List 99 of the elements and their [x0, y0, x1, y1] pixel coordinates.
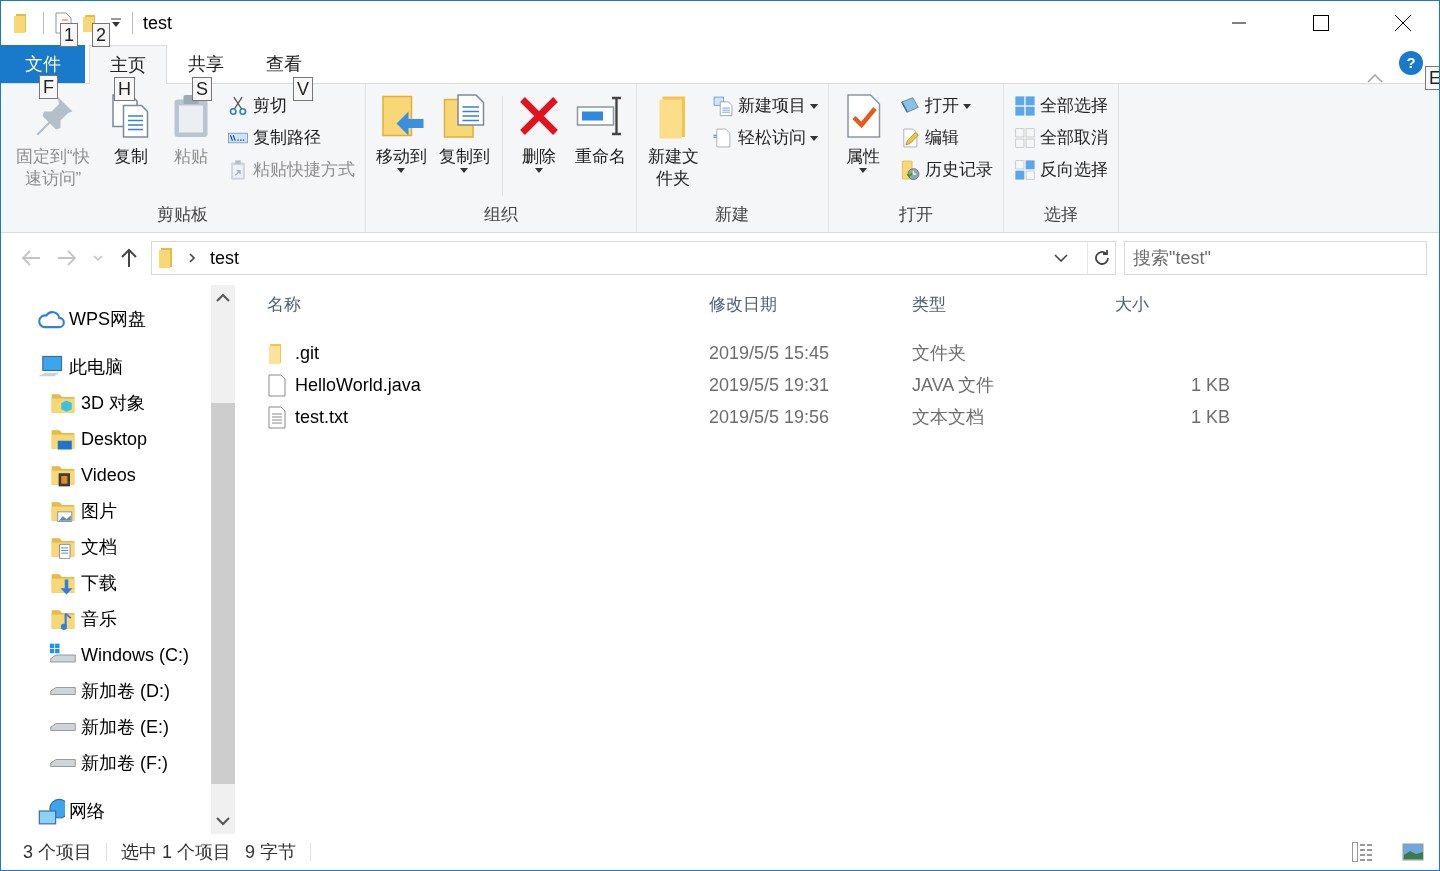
- folder-icon: [158, 247, 174, 269]
- nav-item[interactable]: 3D 对象: [1, 385, 145, 421]
- customize-caret-icon: [110, 18, 122, 28]
- ribbon-button[interactable]: 属性: [835, 90, 891, 176]
- caret-icon: [963, 103, 971, 109]
- ribbon-button[interactable]: 复制路径: [222, 122, 359, 154]
- address-bar[interactable]: test: [151, 241, 1116, 275]
- nav-item[interactable]: 音乐: [1, 601, 117, 637]
- ribbon-button[interactable]: 删除: [510, 90, 567, 176]
- ribbon-button[interactable]: 移动到: [371, 90, 431, 176]
- file-icon: [267, 373, 287, 397]
- ribbon-button[interactable]: 全部选择: [1010, 90, 1112, 122]
- nav-item[interactable]: Windows (C:): [1, 637, 189, 673]
- key-tip: 2: [92, 23, 110, 47]
- ribbon-button[interactable]: 重命名: [570, 90, 630, 171]
- chevron-icon: [188, 252, 196, 264]
- table-cell-text: 文件夹: [912, 341, 967, 365]
- drive-icon: [49, 758, 77, 768]
- chevron-down-icon: [1054, 254, 1068, 262]
- details-view-icon: [1352, 842, 1374, 862]
- drive-icon: [49, 722, 77, 732]
- page-icon: [712, 127, 734, 149]
- nav-item[interactable]: WPS网盘: [1, 301, 146, 337]
- collapse-ribbon-icon: [1367, 73, 1383, 83]
- group-label: 剪贴板: [156, 204, 210, 226]
- invert-selection-icon: [1014, 159, 1036, 181]
- ribbon-button[interactable]: 编辑: [895, 122, 997, 154]
- help-button[interactable]: ?: [1399, 51, 1423, 75]
- ribbon-button[interactable]: 打开: [895, 90, 997, 122]
- maximize-icon: [1313, 15, 1329, 31]
- select-none-icon: [1014, 127, 1036, 149]
- key-tip: 1: [60, 23, 78, 47]
- ribbon-button[interactable]: 新建项目: [708, 90, 822, 122]
- minimize-icon: [1232, 22, 1246, 24]
- group-label: 组织: [482, 204, 519, 226]
- network-icon: [37, 797, 65, 825]
- key-tip: V: [293, 77, 313, 101]
- group-label: 新建: [714, 204, 751, 226]
- table-cell-text: JAVA 文件: [912, 373, 996, 397]
- ribbon-button[interactable]: 全部取消: [1010, 122, 1112, 154]
- column-header[interactable]: 名称: [267, 292, 709, 318]
- caret-icon: [534, 168, 543, 174]
- key-tip: S: [192, 77, 212, 101]
- up-arrow-icon: [119, 248, 139, 268]
- status-text: 选中 1 个项目: [121, 840, 232, 864]
- caret-icon: [810, 135, 818, 141]
- scroll-up-icon: [216, 293, 230, 303]
- table-cell-text: 1 KB: [1189, 405, 1230, 429]
- key-tip: H: [114, 77, 135, 101]
- caret-icon: [859, 168, 867, 174]
- group-label: 选择: [1043, 204, 1079, 226]
- text-file-icon: [267, 405, 287, 429]
- select-all-icon: [1014, 95, 1036, 117]
- back-arrow-icon: [21, 248, 41, 268]
- nav-item[interactable]: 文档: [1, 529, 117, 565]
- nav-item[interactable]: Videos: [1, 457, 136, 493]
- table-cell-text: 2019/5/5 19:56: [709, 405, 831, 429]
- file-name[interactable]: test.txt: [295, 403, 348, 431]
- table-cell-text: 文本文档: [912, 405, 985, 429]
- nav-item[interactable]: 新加卷 (D:): [1, 673, 170, 709]
- nav-item[interactable]: 下载: [1, 565, 117, 601]
- scrollbar[interactable]: [211, 285, 235, 834]
- refresh-icon: [1092, 249, 1111, 267]
- new-item-icon: [712, 95, 734, 117]
- nav-item[interactable]: 新加卷 (F:): [1, 745, 168, 781]
- search-field[interactable]: 搜索"test": [1124, 241, 1427, 275]
- ribbon-button[interactable]: 反向选择: [1010, 154, 1112, 186]
- nav-item[interactable]: Desktop: [1, 421, 148, 457]
- group-label: 打开: [898, 204, 934, 226]
- ribbon-button[interactable]: 复制到: [434, 90, 494, 176]
- drive-icon: [49, 686, 77, 696]
- column-header[interactable]: 修改日期: [709, 292, 912, 318]
- forward-arrow-icon: [57, 248, 77, 268]
- window-title: test: [143, 11, 172, 35]
- column-header[interactable]: 大小: [1115, 292, 1230, 318]
- caret-icon: [810, 103, 818, 109]
- nav-item[interactable]: 网络: [1, 793, 105, 829]
- breadcrumb[interactable]: test: [210, 244, 239, 272]
- column-header[interactable]: 类型: [912, 292, 1115, 318]
- history-icon: [899, 159, 921, 181]
- ribbon-button[interactable]: 历史记录: [895, 154, 997, 186]
- status-text: 9 字节: [245, 840, 297, 864]
- caret-icon: [460, 168, 469, 174]
- nav-item[interactable]: 图片: [1, 493, 117, 529]
- table-cell-text: 2019/5/5 15:45: [709, 341, 831, 365]
- caret-icon: [397, 168, 406, 174]
- status-text: 3 个项目: [23, 840, 92, 864]
- ribbon-button[interactable]: 轻松访问: [708, 122, 822, 154]
- table-cell-text: 2019/5/5 19:31: [709, 373, 831, 397]
- nav-item[interactable]: 新加卷 (E:): [1, 709, 169, 745]
- ribbon-button[interactable]: 新建文件夹: [642, 90, 704, 193]
- large-icons-view-icon: [1402, 843, 1424, 861]
- key-tip: F: [39, 75, 58, 99]
- file-name[interactable]: HelloWorld.java: [295, 371, 421, 399]
- file-name[interactable]: .git: [295, 339, 319, 367]
- nav-item[interactable]: 此电脑: [1, 349, 123, 385]
- table-cell-text: 1 KB: [1189, 373, 1230, 397]
- close-icon: [1395, 15, 1411, 31]
- scroll-down-icon: [216, 816, 230, 826]
